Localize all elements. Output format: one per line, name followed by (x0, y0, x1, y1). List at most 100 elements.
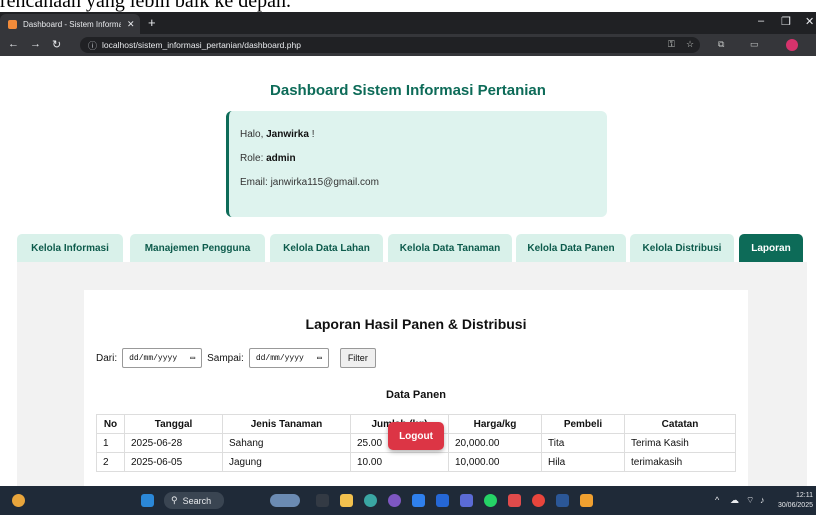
start-windows-icon[interactable] (141, 494, 154, 507)
tab-kelola-data-tanaman[interactable]: Kelola Data Tanaman (388, 234, 512, 262)
calendar-icon[interactable]: ▭ (317, 353, 322, 363)
word-icon[interactable] (556, 494, 569, 507)
password-key-icon[interactable]: ⚿ (668, 39, 675, 50)
whatsapp-icon[interactable] (484, 494, 497, 507)
user-info-card: Halo, Janwirka ! Role: admin Email: janw… (226, 111, 607, 217)
xampp-icon[interactable] (508, 494, 521, 507)
role-line: Role: admin (240, 153, 607, 164)
document-fragment-text: rencanaan yang lebih baik ke depan. (0, 0, 291, 12)
column-header: No (96, 414, 125, 434)
document-fragment: rencanaan yang lebih baik ke depan. (0, 0, 816, 12)
page-title: Dashboard Sistem Informasi Pertanian (270, 82, 546, 99)
to-date-placeholder: dd/mm/yyyy (255, 353, 304, 363)
browser-tab-title: Dashboard - Sistem Informasi P (23, 19, 121, 29)
from-date-placeholder: dd/mm/yyyy (129, 353, 178, 363)
app-icon[interactable] (388, 494, 401, 507)
task-view-icon[interactable] (316, 494, 329, 507)
app-icon[interactable] (580, 494, 593, 507)
to-date-input[interactable]: dd/mm/yyyy ▭ (248, 348, 329, 368)
tab-kelola-informasi[interactable]: Kelola Informasi (17, 234, 123, 262)
table-cell: 10,000.00 (448, 452, 542, 472)
extensions-icon[interactable]: ⧉ (718, 39, 724, 50)
section-title-data-panen: Data Panen (386, 389, 446, 401)
greeting-prefix: Halo, (240, 129, 267, 140)
taskbar-clock[interactable]: 12:11 30/06/2025 (775, 491, 813, 511)
table-cell: 2 (96, 452, 125, 472)
cast-icon[interactable]: ▭ (750, 39, 759, 50)
clock-time: 12:11 (796, 492, 813, 499)
menu-tabs: Kelola Informasi Manajemen Pengguna Kelo… (17, 234, 807, 262)
email-value: janwirka115@gmail.com (270, 177, 379, 188)
logout-button[interactable]: Logout (388, 422, 444, 450)
date-filter: Dari: dd/mm/yyyy ▭ Sampai: dd/mm/yyyy ▭ … (96, 348, 376, 368)
wifi-icon[interactable]: ⌔ (746, 495, 754, 506)
calendar-icon[interactable]: ▭ (190, 353, 195, 363)
tab-manajemen-pengguna[interactable]: Manajemen Pengguna (130, 234, 265, 262)
site-info-icon[interactable]: ⓘ (88, 39, 97, 52)
tray-chevron-icon[interactable]: ^ (715, 495, 719, 505)
close-window-icon[interactable]: ✕ (805, 15, 814, 28)
back-icon[interactable]: ← (8, 38, 19, 50)
news-widget-icon[interactable] (270, 494, 300, 507)
maximize-icon[interactable]: ❐ (781, 15, 791, 28)
table-cell: 1 (96, 433, 125, 453)
email-line: Email: janwirka115@gmail.com (240, 177, 607, 188)
search-label: Search (182, 495, 212, 506)
bookmark-star-icon[interactable]: ☆ (686, 39, 694, 50)
forward-icon[interactable]: → (30, 38, 41, 50)
user-name: Janwirka (266, 129, 309, 140)
new-tab-icon[interactable]: + (148, 15, 156, 30)
column-header: Jenis Tanaman (222, 414, 351, 434)
url-field[interactable]: ⓘ localhost/sistem_informasi_pertanian/d… (80, 37, 700, 53)
table-cell: Hila (541, 452, 625, 472)
greeting-suffix: ! (308, 129, 315, 140)
role-label: Role: (240, 153, 267, 164)
cloud-icon[interactable]: ☁ (730, 495, 739, 506)
report-card: Laporan Hasil Panen & Distribusi Dari: d… (84, 290, 748, 486)
tab-kelola-data-lahan[interactable]: Kelola Data Lahan (270, 234, 383, 262)
edge-icon[interactable] (364, 494, 377, 507)
table-cell: Sahang (222, 433, 351, 453)
table-cell: 10.00 (350, 452, 449, 472)
search-icon: ⚲ (171, 495, 178, 505)
close-tab-icon[interactable]: ✕ (127, 19, 135, 30)
table-row: 2 2025-06-05 Jagung 10.00 10,000.00 Hila… (96, 452, 736, 472)
tab-laporan[interactable]: Laporan (739, 234, 803, 262)
column-header: Harga/kg (448, 414, 542, 434)
email-label: Email: (240, 177, 271, 188)
table-cell: Tita (541, 433, 625, 453)
url-text: localhost/sistem_informasi_pertanian/das… (102, 40, 301, 50)
table-cell: 2025-06-28 (124, 433, 223, 453)
file-explorer-icon[interactable] (340, 494, 353, 507)
table-cell: Jagung (222, 452, 351, 472)
column-header: Pembeli (541, 414, 625, 434)
favicon-icon (8, 19, 17, 29)
to-label: Sampai: (207, 352, 244, 364)
clock-date: 30/06/2025 (777, 502, 813, 509)
profile-avatar[interactable] (786, 39, 798, 51)
chrome-icon[interactable] (532, 494, 545, 507)
windows-taskbar: ⚲ Search ^ ☁ ⌔ ♪ 12:11 30/06/2025 (0, 486, 816, 515)
widgets-icon[interactable] (12, 494, 25, 507)
column-header: Tanggal (124, 414, 223, 434)
app-icon[interactable] (460, 494, 473, 507)
store-icon[interactable] (412, 494, 425, 507)
browser-tab-dashboard[interactable]: Dashboard - Sistem Informasi P ✕ (0, 14, 140, 34)
tab-strip: Dashboard - Sistem Informasi P ✕ + – ❐ ✕ (0, 12, 816, 34)
tab-kelola-data-panen[interactable]: Kelola Data Panen (516, 234, 626, 262)
filter-button[interactable]: Filter (339, 348, 376, 368)
volume-icon[interactable]: ♪ (760, 495, 765, 505)
address-bar: ← → ↻ ⓘ localhost/sistem_informasi_perta… (0, 34, 816, 56)
reload-icon[interactable]: ↻ (52, 38, 61, 51)
minimize-icon[interactable]: – (758, 15, 764, 27)
table-cell: terimakasih (624, 452, 736, 472)
tab-kelola-distribusi[interactable]: Kelola Distribusi (630, 234, 734, 262)
vscode-icon[interactable] (436, 494, 449, 507)
taskbar-search[interactable]: ⚲ Search (164, 492, 224, 509)
report-title: Laporan Hasil Panen & Distribusi (305, 316, 527, 332)
greeting-line: Halo, Janwirka ! (240, 129, 607, 140)
table-cell: Terima Kasih (624, 433, 736, 453)
table-cell: 2025-06-05 (124, 452, 223, 472)
from-date-input[interactable]: dd/mm/yyyy ▭ (122, 348, 203, 368)
browser-window: Dashboard - Sistem Informasi P ✕ + – ❐ ✕… (0, 12, 816, 486)
